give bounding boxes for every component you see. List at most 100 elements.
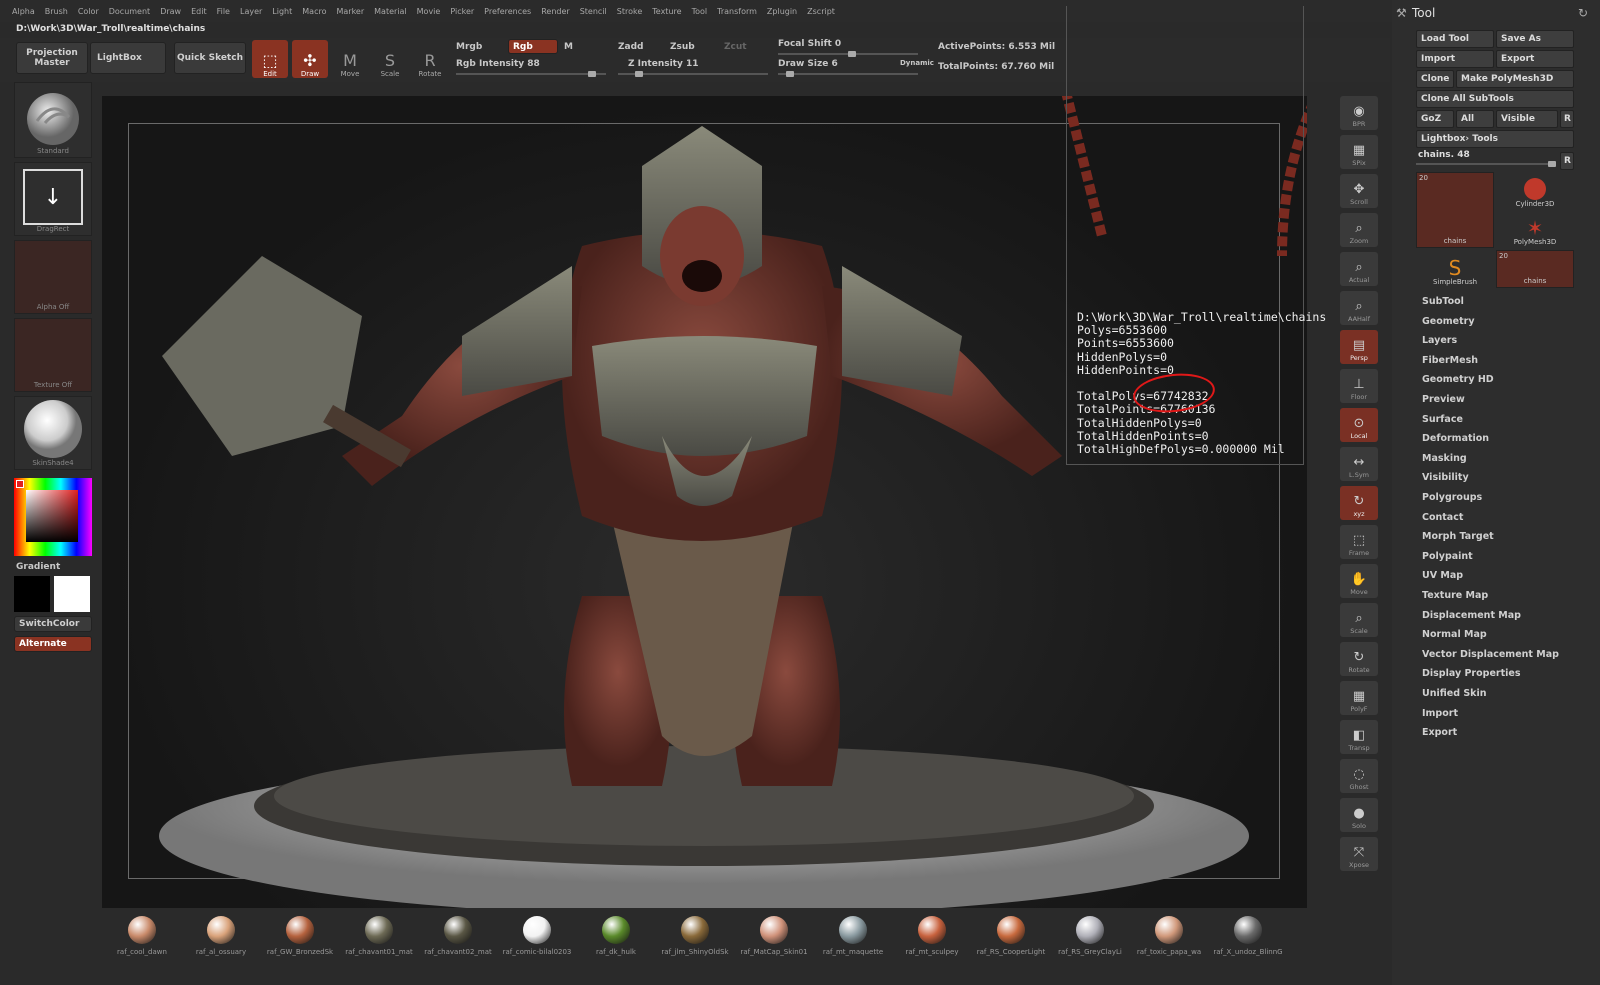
- color-picker[interactable]: [14, 478, 92, 556]
- texture-slot[interactable]: Texture Off: [14, 318, 92, 392]
- shelf-scroll-button[interactable]: ✥ Scroll: [1340, 174, 1378, 208]
- tool-menu-preview[interactable]: Preview: [1422, 394, 1465, 405]
- shelf-transp-button[interactable]: ◧ Transp: [1340, 720, 1378, 754]
- shelf-floor-button[interactable]: ⊥ Floor: [1340, 369, 1378, 403]
- menu-transform[interactable]: Transform: [717, 7, 757, 16]
- tool-thumb-chains[interactable]: 20 chains: [1416, 172, 1494, 248]
- rgb-intensity-knob[interactable]: [588, 71, 596, 77]
- tool-menu-geometry[interactable]: Geometry: [1422, 316, 1475, 327]
- focal-shift-slider[interactable]: [778, 51, 918, 57]
- tool-menu-unified-skin[interactable]: Unified Skin: [1422, 688, 1487, 699]
- tool-thumb-polymesh[interactable]: ✶ PolyMesh3D: [1496, 210, 1574, 248]
- tool-menu-display-properties[interactable]: Display Properties: [1422, 668, 1520, 679]
- export-button[interactable]: Export: [1496, 50, 1574, 68]
- shelf-bpr-button[interactable]: ◉ BPR: [1340, 96, 1378, 130]
- material-swatch[interactable]: raf_RS_GreyClayLi: [1050, 916, 1130, 956]
- draw-size-knob[interactable]: [786, 71, 795, 77]
- menu-brush[interactable]: Brush: [45, 7, 68, 16]
- stroke-slot[interactable]: ↓ DragRect: [14, 162, 92, 236]
- shelf-solo-button[interactable]: ● Solo: [1340, 798, 1378, 832]
- material-swatch[interactable]: raf_dk_hulk: [576, 916, 656, 956]
- tool-menu-vector-displacement-map[interactable]: Vector Displacement Map: [1422, 649, 1559, 660]
- lightbox-button[interactable]: LightBox: [90, 42, 166, 74]
- menu-document[interactable]: Document: [109, 7, 150, 16]
- draw-size-slider[interactable]: [778, 71, 918, 77]
- shelf-polyf-button[interactable]: ▦ PolyF: [1340, 681, 1378, 715]
- menu-file[interactable]: File: [217, 7, 230, 16]
- load-tool-button[interactable]: Load Tool: [1416, 30, 1494, 48]
- material-swatch[interactable]: raf_toxic_papa_wa: [1129, 916, 1209, 956]
- make-polymesh-button[interactable]: Make PolyMesh3D: [1456, 70, 1574, 88]
- menu-texture[interactable]: Texture: [652, 7, 681, 16]
- menu-zplugin[interactable]: Zplugin: [767, 7, 797, 16]
- rotate-button[interactable]: R Rotate: [412, 40, 448, 79]
- tool-menu-deformation[interactable]: Deformation: [1422, 433, 1489, 444]
- material-swatch[interactable]: raf_X_undoz_BlinnG: [1208, 916, 1288, 956]
- tool-menu-texture-map[interactable]: Texture Map: [1422, 590, 1488, 601]
- shelf-rotate-button[interactable]: ↻ Rotate: [1340, 642, 1378, 676]
- menu-light[interactable]: Light: [272, 7, 292, 16]
- shelf-local-button[interactable]: ⊙ Local: [1340, 408, 1378, 442]
- tool-thumb-simplebrush[interactable]: S SimpleBrush: [1416, 250, 1494, 288]
- material-swatch[interactable]: raf_al_ossuary: [181, 916, 261, 956]
- menu-color[interactable]: Color: [78, 7, 99, 16]
- tool-menu-import[interactable]: Import: [1422, 708, 1458, 719]
- tool-menu-visibility[interactable]: Visibility: [1422, 472, 1469, 483]
- focal-shift-knob[interactable]: [848, 51, 856, 57]
- shelf-actual-button[interactable]: ⌕ Actual: [1340, 252, 1378, 286]
- projection-master-button[interactable]: Projection Master: [16, 42, 88, 74]
- goz-button[interactable]: GoZ: [1416, 110, 1454, 128]
- tool-menu-surface[interactable]: Surface: [1422, 414, 1463, 425]
- tool-menu-displacement-map[interactable]: Displacement Map: [1422, 610, 1521, 621]
- tool-thumb-chains-2[interactable]: 20 chains: [1496, 250, 1574, 288]
- m-button[interactable]: M: [564, 42, 573, 52]
- zadd-button[interactable]: Zadd: [618, 42, 643, 52]
- rgb-intensity-slider[interactable]: [456, 71, 606, 77]
- menu-material[interactable]: Material: [374, 7, 407, 16]
- rgb-button[interactable]: Rgb: [508, 39, 558, 54]
- menu-layer[interactable]: Layer: [240, 7, 262, 16]
- menu-render[interactable]: Render: [541, 7, 569, 16]
- color-saturation-square[interactable]: [26, 490, 78, 542]
- material-swatch[interactable]: raf_MatCap_Skin01: [734, 916, 814, 956]
- shelf-xyz-button[interactable]: ↻ xyz: [1340, 486, 1378, 520]
- shelf-move-button[interactable]: ✋ Move: [1340, 564, 1378, 598]
- menu-stencil[interactable]: Stencil: [580, 7, 607, 16]
- tool-menu-normal-map[interactable]: Normal Map: [1422, 629, 1487, 640]
- import-button[interactable]: Import: [1416, 50, 1494, 68]
- tool-menu-polygroups[interactable]: Polygroups: [1422, 492, 1482, 503]
- shelf-aahalf-button[interactable]: ⌕ AAHalf: [1340, 291, 1378, 325]
- brush-slot[interactable]: Standard: [14, 82, 92, 158]
- zcut-button[interactable]: Zcut: [724, 42, 747, 52]
- tool-menu-geometry-hd[interactable]: Geometry HD: [1422, 374, 1494, 385]
- zsub-button[interactable]: Zsub: [670, 42, 695, 52]
- material-swatch[interactable]: raf_chavant02_mat: [418, 916, 498, 956]
- menu-preferences[interactable]: Preferences: [484, 7, 531, 16]
- tool-menu-uv-map[interactable]: UV Map: [1422, 570, 1463, 581]
- material-swatch[interactable]: raf_comic-bilal0203: [497, 916, 577, 956]
- tool-menu-export[interactable]: Export: [1422, 727, 1457, 738]
- shelf-xpose-button[interactable]: ⤧ Xpose: [1340, 837, 1378, 871]
- menu-picker[interactable]: Picker: [450, 7, 474, 16]
- shelf-ghost-button[interactable]: ◌ Ghost: [1340, 759, 1378, 793]
- goz-visible-button[interactable]: Visible: [1496, 110, 1558, 128]
- tool-menu-contact[interactable]: Contact: [1422, 512, 1463, 523]
- save-as-button[interactable]: Save As: [1496, 30, 1574, 48]
- goz-all-button[interactable]: All: [1456, 110, 1494, 128]
- menu-movie[interactable]: Movie: [417, 7, 441, 16]
- quick-sketch-button[interactable]: Quick Sketch: [174, 42, 246, 74]
- menu-edit[interactable]: Edit: [191, 7, 207, 16]
- tool-thumb-cylinder[interactable]: Cylinder3D: [1496, 172, 1574, 210]
- material-slot[interactable]: SkinShade4: [14, 396, 92, 470]
- lightbox-tools-button[interactable]: Lightbox› Tools: [1416, 130, 1574, 148]
- tool-menu-morph-target[interactable]: Morph Target: [1422, 531, 1494, 542]
- menu-draw[interactable]: Draw: [160, 7, 181, 16]
- goz-r-button[interactable]: R: [1560, 110, 1574, 128]
- shelf-frame-button[interactable]: ⬚ Frame: [1340, 525, 1378, 559]
- chains-r-button[interactable]: R: [1560, 152, 1574, 170]
- shelf-spix-button[interactable]: ▦ SPix: [1340, 135, 1378, 169]
- material-swatch[interactable]: raf_cool_dawn: [102, 916, 182, 956]
- material-swatch[interactable]: raf_chavant01_mat: [339, 916, 419, 956]
- switch-color-button[interactable]: SwitchColor: [14, 616, 92, 632]
- secondary-color-swatch[interactable]: [54, 576, 90, 612]
